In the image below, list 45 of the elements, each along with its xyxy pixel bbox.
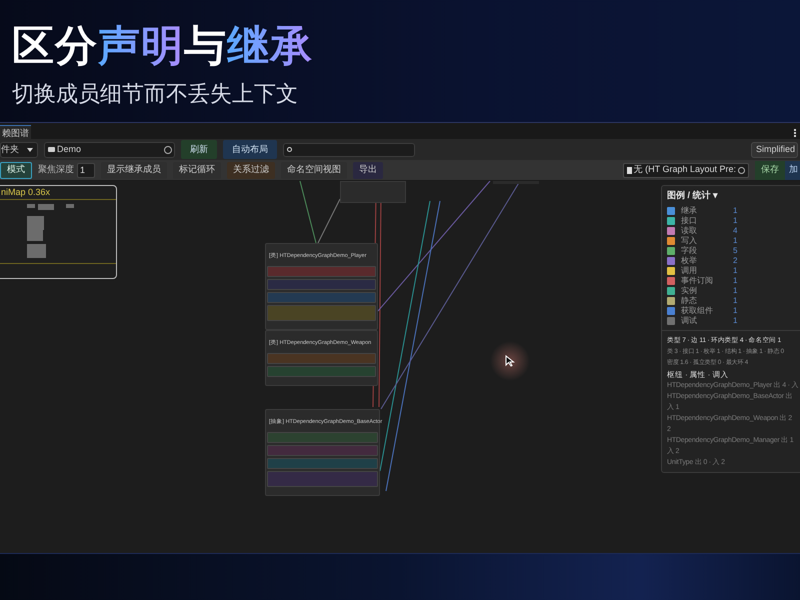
legend-label: 接口 <box>681 214 698 226</box>
legend-count: 1 <box>733 234 738 246</box>
save-button[interactable]: 保存 <box>755 160 785 180</box>
folder-dropdown[interactable]: 件夹 <box>0 142 38 158</box>
legend-count: 4 <box>733 224 738 236</box>
toolbar-button[interactable]: 显示继承成员 <box>101 162 167 178</box>
window-tab[interactable]: 赖图谱 <box>0 125 31 139</box>
legend-label: 事件订阅 <box>681 274 714 286</box>
minimap-title: niMap 0.36x <box>1 186 50 199</box>
legend-label: 获取组件 <box>681 304 714 316</box>
legend-label: 枚举 <box>681 254 698 266</box>
toolbar-button[interactable]: 标记循环 <box>173 162 221 178</box>
load-button[interactable]: 加 <box>785 160 800 180</box>
legend-label: 读取 <box>681 224 698 236</box>
depth-label: 聚焦深度 <box>38 163 74 176</box>
legend-count: 1 <box>733 264 738 276</box>
legend-count: 2 <box>733 254 738 266</box>
legend-count: 1 <box>733 294 738 306</box>
legend-count: 1 <box>733 214 738 226</box>
legend-label: 静态 <box>681 294 698 306</box>
toolbar-button[interactable]: 导出 <box>353 162 383 178</box>
refresh-button[interactable]: 刷新 <box>181 140 217 159</box>
legend-count: 1 <box>733 304 738 316</box>
legend-title[interactable]: 图例 / 统计 ▾ <box>667 189 800 202</box>
mode-dropdown[interactable]: Simplified <box>750 142 798 158</box>
legend-label: 调用 <box>681 264 698 276</box>
legend-label: 写入 <box>681 234 698 246</box>
headline-title: 区分声明与继承 <box>12 22 314 70</box>
legend-label: 调试 <box>681 314 698 326</box>
layout-preset-field[interactable]: 无 (HT Graph Layout Pre: <box>622 162 749 178</box>
legend-label: 继承 <box>681 204 698 216</box>
toolbar-button[interactable]: 命名空间视图 <box>281 162 347 178</box>
legend-count: 1 <box>733 204 738 216</box>
toolbar-button[interactable]: 关系过滤 <box>227 162 275 178</box>
legend-label: 实例 <box>681 284 698 296</box>
legend-count: 1 <box>733 284 738 296</box>
auto-layout-button[interactable]: 自动布局 <box>223 140 277 159</box>
path-field[interactable]: Demo <box>44 142 175 158</box>
depth-input[interactable]: 1 <box>77 162 95 178</box>
legend-label: 字段 <box>681 244 698 256</box>
toolbar-button[interactable]: 模式 <box>0 162 32 178</box>
legend-count: 5 <box>733 244 738 256</box>
headline-subtitle: 切换成员细节而不丢失上下文 <box>12 80 299 108</box>
legend-count: 1 <box>733 314 738 326</box>
legend-count: 1 <box>733 274 738 286</box>
